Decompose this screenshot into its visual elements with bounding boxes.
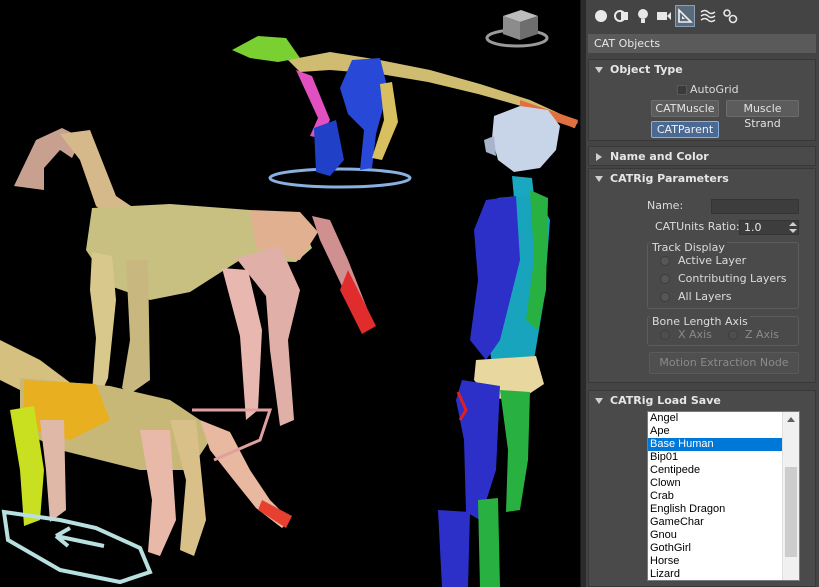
active-layer-label: Active Layer [678,254,747,267]
light-icon [636,8,650,24]
bone-length-axis-group: Bone Length Axis X Axis Z Axis [647,316,799,346]
tab-create-shapes[interactable] [612,5,632,27]
rig-preset-items: Angel Ape Base Human Bip01 Centipede Clown Cra… [648,412,799,580]
catparent-button[interactable]: CATParent [651,121,719,138]
list-item[interactable]: GameChar [648,516,799,529]
list-scrollbar[interactable] [782,412,799,580]
x-axis-radio[interactable] [660,330,670,340]
name-and-color-rollout: Name and Color [588,146,816,166]
systems-icon [722,8,738,24]
category-dropdown[interactable]: CAT Objects [588,34,816,53]
catmuscle-button[interactable]: CATMuscle [651,100,719,117]
units-ratio-spinner[interactable]: 1.0 [739,220,799,235]
list-item[interactable]: Lizard [648,568,799,580]
catrig-load-save-title: CATRig Load Save [610,394,721,407]
name-and-color-title: Name and Color [610,150,709,163]
object-type-header[interactable]: Object Type [589,60,815,80]
command-panel-tabs [586,0,819,32]
catrig-parameters-title: CATRig Parameters [610,172,729,185]
autogrid-label: AutoGrid [690,83,739,96]
tab-create-spacewarps[interactable] [698,5,718,27]
sphere-icon [594,9,608,23]
list-item[interactable]: Clown [648,477,799,490]
tab-create-cameras[interactable] [654,5,674,27]
name-and-color-header[interactable]: Name and Color [589,147,815,167]
all-layers-radio[interactable] [660,292,670,302]
list-item[interactable]: Gnou [648,529,799,542]
x-axis-label: X Axis [678,328,712,341]
catrig-load-save-rollout: CATRig Load Save Angel Ape Base Human Bip01… [588,390,816,587]
expand-triangle-icon [596,153,602,161]
list-item[interactable]: Base Human [648,438,799,451]
track-display-group: Track Display Active Layer Contributing … [647,242,799,309]
collapse-triangle-icon [595,176,603,182]
spinner-arrows-icon[interactable] [789,222,797,233]
object-type-title: Object Type [610,63,683,76]
viewcube[interactable] [485,10,549,48]
collapse-triangle-icon [595,398,603,404]
tab-create-helpers[interactable] [675,5,695,27]
helpers-icon [677,8,693,24]
bone-length-axis-title: Bone Length Axis [650,315,750,328]
z-axis-label: Z Axis [745,328,779,341]
name-label: Name: [647,199,684,212]
motion-extraction-node-button[interactable]: Motion Extraction Node [649,352,799,374]
tab-create-geometry[interactable] [591,5,611,27]
muscle-strand-button[interactable]: Muscle Strand [726,100,799,130]
list-item[interactable]: Bip01 [648,451,799,464]
spacewarp-icon [700,9,716,23]
list-item[interactable]: English Dragon [648,503,799,516]
list-item[interactable]: Horse [648,555,799,568]
list-item[interactable]: GothGirl [648,542,799,555]
camera-icon [656,10,672,22]
catrig-parameters-header[interactable]: CATRig Parameters [589,169,815,189]
contributing-layers-label: Contributing Layers [678,272,787,285]
contributing-layers-radio[interactable] [660,274,670,284]
units-ratio-label: CATUnits Ratio: [655,220,740,233]
perspective-viewport[interactable] [0,0,580,587]
list-item[interactable]: Angel [648,412,799,425]
viewport-scene [0,10,578,587]
z-axis-radio[interactable] [728,330,738,340]
list-item[interactable]: Ape [648,425,799,438]
shapes-icon [614,9,630,23]
scroll-thumb[interactable] [785,467,797,557]
tab-create-lights[interactable] [633,5,653,27]
list-item[interactable]: Crab [648,490,799,503]
all-layers-label: All Layers [678,290,732,303]
scroll-up-arrow-icon[interactable] [787,417,795,422]
units-ratio-value: 1.0 [744,221,762,234]
catrig-parameters-rollout: CATRig Parameters Name: CATUnits Ratio: … [588,168,816,383]
autogrid-checkbox[interactable] [677,85,687,95]
rig-preset-list[interactable]: Angel Ape Base Human Bip01 Centipede Clown Cra… [647,411,800,581]
collapse-triangle-icon [595,67,603,73]
human-rig[interactable] [438,106,560,587]
object-type-rollout: Object Type AutoGrid CATMuscle Muscle St… [588,59,816,141]
active-layer-radio[interactable] [660,256,670,266]
rig-name-field[interactable] [711,199,799,214]
command-panel: CAT Objects Object Type AutoGrid CATMusc… [586,0,819,587]
list-item[interactable]: Centipede [648,464,799,477]
track-display-title: Track Display [650,241,727,254]
catrig-load-save-header[interactable]: CATRig Load Save [589,391,815,411]
tab-create-systems[interactable] [720,5,740,27]
